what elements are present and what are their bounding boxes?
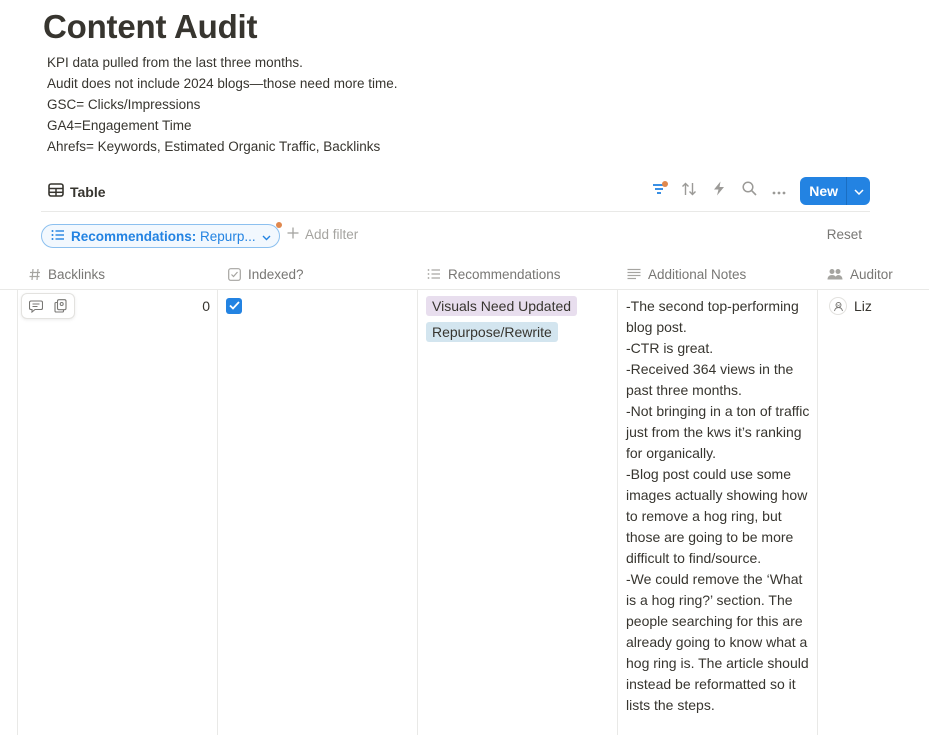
add-filter-button[interactable]: Add filter — [287, 227, 358, 242]
list-icon — [51, 229, 65, 244]
column-header-backlinks[interactable]: Backlinks — [29, 259, 105, 289]
description-line: KPI data pulled from the last three mont… — [47, 55, 303, 70]
filter-chip-recommendations[interactable]: Recommendations: Repurp... — [41, 222, 282, 248]
column-label: Recommendations — [448, 266, 561, 282]
column-divider — [617, 290, 618, 735]
sort-button[interactable] — [674, 177, 704, 205]
new-dropdown-button[interactable] — [846, 177, 870, 205]
page-title: Content Audit — [43, 8, 258, 45]
open-page-icon[interactable] — [54, 299, 67, 313]
cell-indexed-checkbox[interactable] — [226, 298, 242, 314]
person-icon — [827, 268, 843, 280]
filter-chip-label: Recommendations: Repurp... — [71, 229, 256, 244]
description-line: Audit does not include 2024 blogs—those … — [47, 76, 398, 91]
number-icon — [29, 268, 41, 281]
tag-repurpose-rewrite[interactable]: Repurpose/Rewrite — [426, 322, 558, 342]
chevron-down-icon — [262, 229, 271, 244]
description-line: GSC= Clicks/Impressions — [47, 97, 201, 112]
column-header-auditor[interactable]: Auditor — [827, 259, 893, 289]
column-divider — [417, 290, 418, 735]
database-view-bar: Table New — [41, 176, 870, 212]
comment-icon[interactable] — [29, 299, 44, 313]
view-tab-label: Table — [70, 183, 106, 200]
reset-button[interactable]: Reset — [827, 227, 862, 242]
cell-backlinks[interactable]: 0 — [190, 298, 210, 314]
note-line: -The second top-performing blog post. — [626, 298, 799, 335]
description-line: Ahrefs= Keywords, Estimated Organic Traf… — [47, 139, 381, 154]
row-hover-actions — [21, 293, 75, 319]
new-button[interactable]: New — [800, 177, 846, 205]
note-line: -Blog post could use some images actuall… — [626, 466, 808, 566]
description-line: GA4=Engagement Time — [47, 118, 192, 133]
automation-button[interactable] — [704, 177, 734, 205]
column-header-indexed[interactable]: Indexed? — [228, 259, 304, 289]
column-divider — [817, 290, 818, 735]
page-description: KPI data pulled from the last three mont… — [47, 52, 397, 157]
search-icon — [742, 181, 757, 201]
sort-icon — [681, 182, 697, 201]
filter-chip-indicator — [275, 222, 282, 228]
filter-active-indicator — [662, 181, 669, 187]
view-toolbar: New — [644, 177, 870, 205]
column-header-additional-notes[interactable]: Additional Notes — [627, 259, 746, 289]
filter-value: Repurp... — [200, 228, 256, 244]
plus-icon — [287, 227, 299, 242]
chevron-down-icon — [853, 182, 864, 200]
note-line: -CTR is great. — [626, 340, 714, 356]
multi-select-icon — [427, 268, 441, 280]
table-header: Backlinks Indexed? Recommendations Addit… — [0, 259, 929, 290]
auditor-name: Liz — [854, 298, 872, 314]
view-tab-table[interactable]: Table — [48, 183, 106, 200]
column-label: Backlinks — [48, 266, 106, 282]
avatar — [829, 297, 847, 315]
column-label: Auditor — [850, 266, 893, 282]
new-button-group: New — [800, 177, 870, 205]
filter-button[interactable] — [644, 177, 674, 205]
note-line: -Not bringing in a ton of traffic just f… — [626, 403, 810, 461]
checkmark-icon — [228, 297, 240, 315]
filter-property: Recommendations: — [71, 228, 197, 244]
cell-auditor[interactable]: Liz — [829, 297, 872, 315]
checkbox-icon — [228, 267, 241, 281]
database-table: Backlinks Indexed? Recommendations Addit… — [0, 259, 929, 735]
filter-row: Recommendations: Repurp... Add filter Re… — [41, 222, 870, 250]
column-label: Indexed? — [248, 266, 304, 282]
cell-additional-notes[interactable]: -The second top-performing blog post. -C… — [626, 296, 812, 716]
note-line: -We could remove the ‘What is a hog ring… — [626, 571, 809, 713]
column-divider — [17, 290, 18, 735]
text-icon — [627, 268, 641, 280]
search-button[interactable] — [734, 177, 764, 205]
table-icon — [48, 183, 64, 200]
column-label: Additional Notes — [648, 266, 747, 282]
more-options-button[interactable] — [764, 177, 794, 205]
column-divider — [217, 290, 218, 735]
tag-visuals-need-updated[interactable]: Visuals Need Updated — [426, 296, 578, 316]
lightning-icon — [713, 181, 725, 201]
note-line: -Received 364 views in the past three mo… — [626, 361, 794, 398]
more-icon — [772, 182, 786, 200]
column-header-recommendations[interactable]: Recommendations — [427, 259, 561, 289]
add-filter-label: Add filter — [305, 227, 359, 242]
